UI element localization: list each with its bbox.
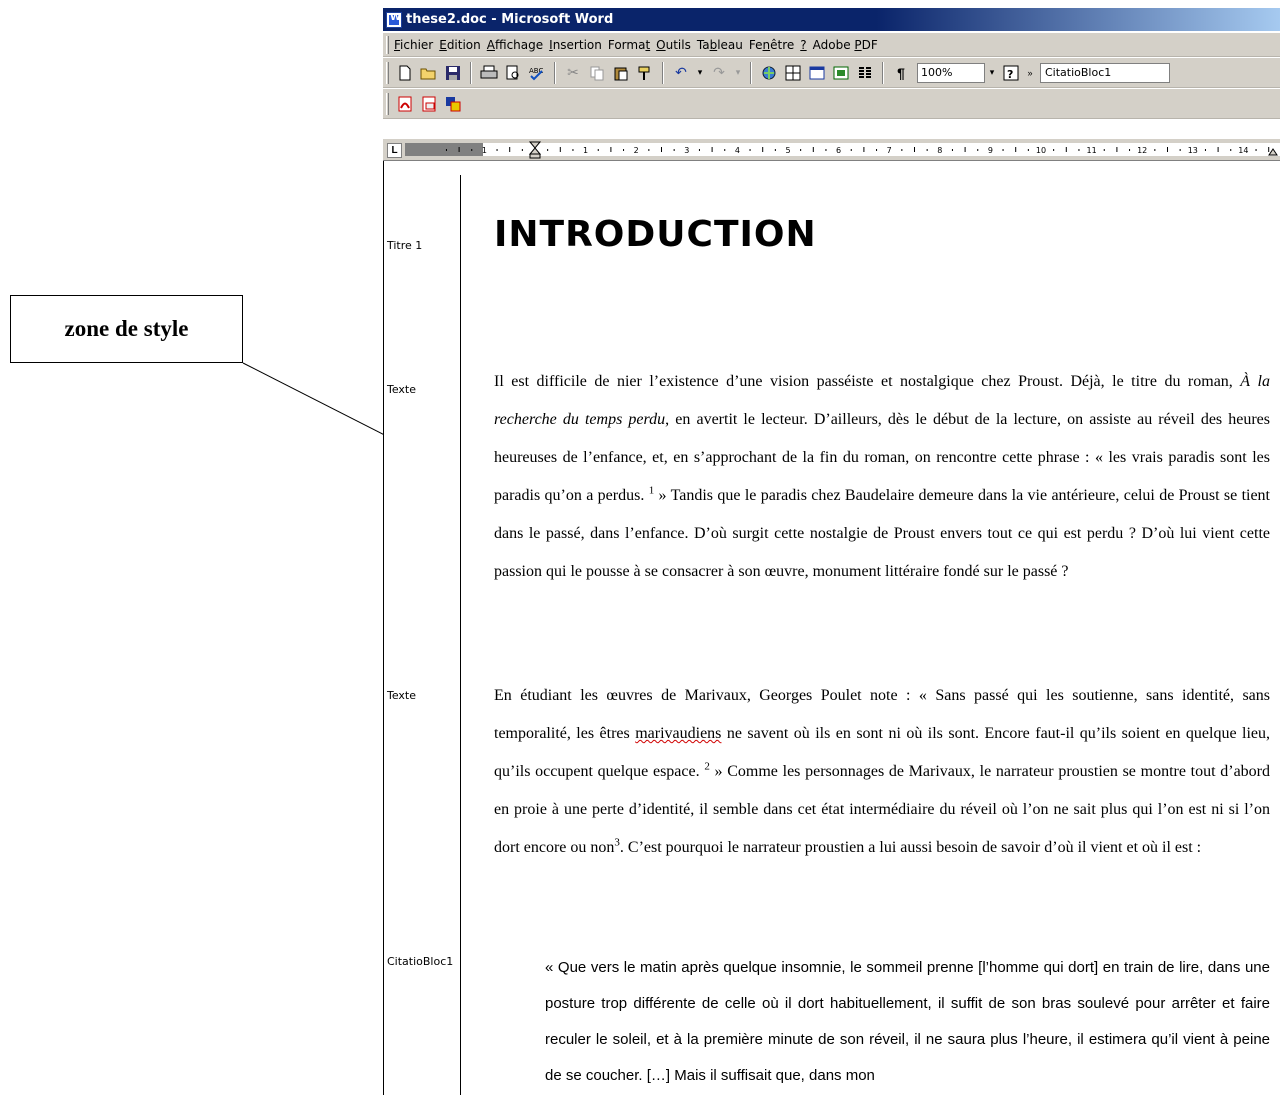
hyperlink-icon[interactable] [758,62,780,84]
toolbar-separator [750,61,752,84]
ruler-label: 14 [1238,146,1248,155]
pdf-review-icon[interactable] [442,93,464,115]
open-folder-icon[interactable] [418,62,440,84]
menu-adobe-pdf[interactable]: Adobe PDF [813,38,884,52]
menu-fenetre[interactable]: Fenêtre [749,38,800,52]
ruler-label: 6 [836,146,841,155]
insert-table-icon[interactable] [806,62,828,84]
ruler-label: 8 [937,146,942,155]
ruler-label: 5 [785,146,790,155]
ruler-page-area [483,143,1280,156]
misspelled-word: marivaudiens [635,725,722,742]
toolbar-grip[interactable] [386,61,389,84]
toolbar-grip[interactable] [386,92,389,115]
pdf-toolbar [383,89,1280,119]
menu-help[interactable]: ? [800,38,812,52]
style-label-texte-2[interactable]: Texte [387,689,416,702]
tab-selector-icon[interactable]: L [387,143,402,158]
block-quote[interactable]: « Que vers le matin après quelque insomn… [545,950,1270,1094]
horizontal-ruler[interactable]: L 1123456789101112131415 [383,139,1280,161]
copy-icon[interactable] [586,62,608,84]
ruler-label: 11 [1087,146,1097,155]
svg-text:?: ? [1007,68,1013,81]
menu-fichier[interactable]: Fichier [394,38,439,52]
style-label-citatio[interactable]: CitatioBloc1 [387,955,453,968]
redo-icon[interactable]: ↷ [708,62,730,84]
new-document-icon[interactable] [394,62,416,84]
print-icon[interactable] [478,62,500,84]
spelling-icon[interactable]: ABC [526,62,548,84]
ruler-label: 9 [988,146,993,155]
word-app-icon[interactable] [386,11,402,28]
left-indent-box [529,153,541,159]
word-window: these2.doc - Microsoft Word Fichier Edit… [383,8,1280,1095]
menu-insertion[interactable]: Insertion [549,38,608,52]
toolbar-options-chevron-icon[interactable]: » [1023,63,1037,83]
ruler-label: 1 [583,146,588,155]
toolbar-separator [662,61,664,84]
zoom-select[interactable]: 100% [917,62,985,83]
toolbar-separator [554,61,556,84]
zoom-value: 100% [921,66,953,79]
menu-tableau[interactable]: Tableau [697,38,749,52]
ruler-label: 7 [887,146,892,155]
menu-bar: Fichier Edition Affichage Insertion Form… [383,33,1280,57]
ruler-label: 3 [684,146,689,155]
insert-excel-icon[interactable] [830,62,852,84]
paragraph-2[interactable]: En étudiant les œuvres de Marivaux, Geor… [494,677,1270,867]
style-value: CitatioBloc1 [1045,66,1112,79]
paste-icon[interactable] [610,62,632,84]
style-label-titre-1[interactable]: Titre 1 [387,239,422,252]
menu-format[interactable]: Format [608,38,656,52]
standard-toolbar: ABC ✂ ↶ ▾ ↷ ▾ ¶ 100% ▾ ? » CitatioBloc1 [383,58,1280,88]
document-heading[interactable]: INTRODUCTION [494,214,817,255]
menu-edition[interactable]: Edition [439,38,487,52]
zone-de-style-callout: zone de style [10,295,243,363]
cut-icon[interactable]: ✂ [562,62,584,84]
help-icon[interactable]: ? [1000,62,1022,84]
ruler-label: 4 [735,146,740,155]
zoom-dropdown-icon[interactable]: ▾ [985,63,999,83]
columns-icon[interactable] [854,62,876,84]
style-select[interactable]: CitatioBloc1 [1040,62,1170,83]
undo-icon[interactable]: ↶ [670,62,692,84]
window-title: these2.doc - Microsoft Word [406,12,614,27]
undo-dropdown-icon[interactable]: ▾ [693,63,707,83]
toolbar-separator [470,61,472,84]
style-label-texte-1[interactable]: Texte [387,383,416,396]
toolbar-separator [882,61,884,84]
menu-affichage[interactable]: Affichage [487,38,549,52]
tables-borders-icon[interactable] [782,62,804,84]
style-area: Titre 1 Texte Texte CitatioBloc1 [383,175,461,1095]
pdf-convert-icon[interactable] [394,93,416,115]
show-formatting-icon[interactable]: ¶ [890,62,912,84]
format-painter-icon[interactable] [634,62,656,84]
ruler-scale[interactable]: 1123456789101112131415 [405,141,1280,159]
menu-grip[interactable] [386,35,389,54]
ruler-label: 2 [634,146,639,155]
pdf-email-icon[interactable] [418,93,440,115]
paragraph-1[interactable]: Il est difficile de nier l’existence d’u… [494,363,1270,591]
ruler-label: 12 [1137,146,1147,155]
redo-dropdown-icon[interactable]: ▾ [731,63,745,83]
title-bar[interactable]: these2.doc - Microsoft Word [383,8,1280,31]
menu-outils[interactable]: Outils [656,38,697,52]
callout-label: zone de style [64,316,189,341]
save-icon[interactable] [442,62,464,84]
print-preview-icon[interactable] [502,62,524,84]
ruler-label: 10 [1036,146,1046,155]
ruler-label: 13 [1188,146,1198,155]
ruler-label: 1 [482,146,487,155]
